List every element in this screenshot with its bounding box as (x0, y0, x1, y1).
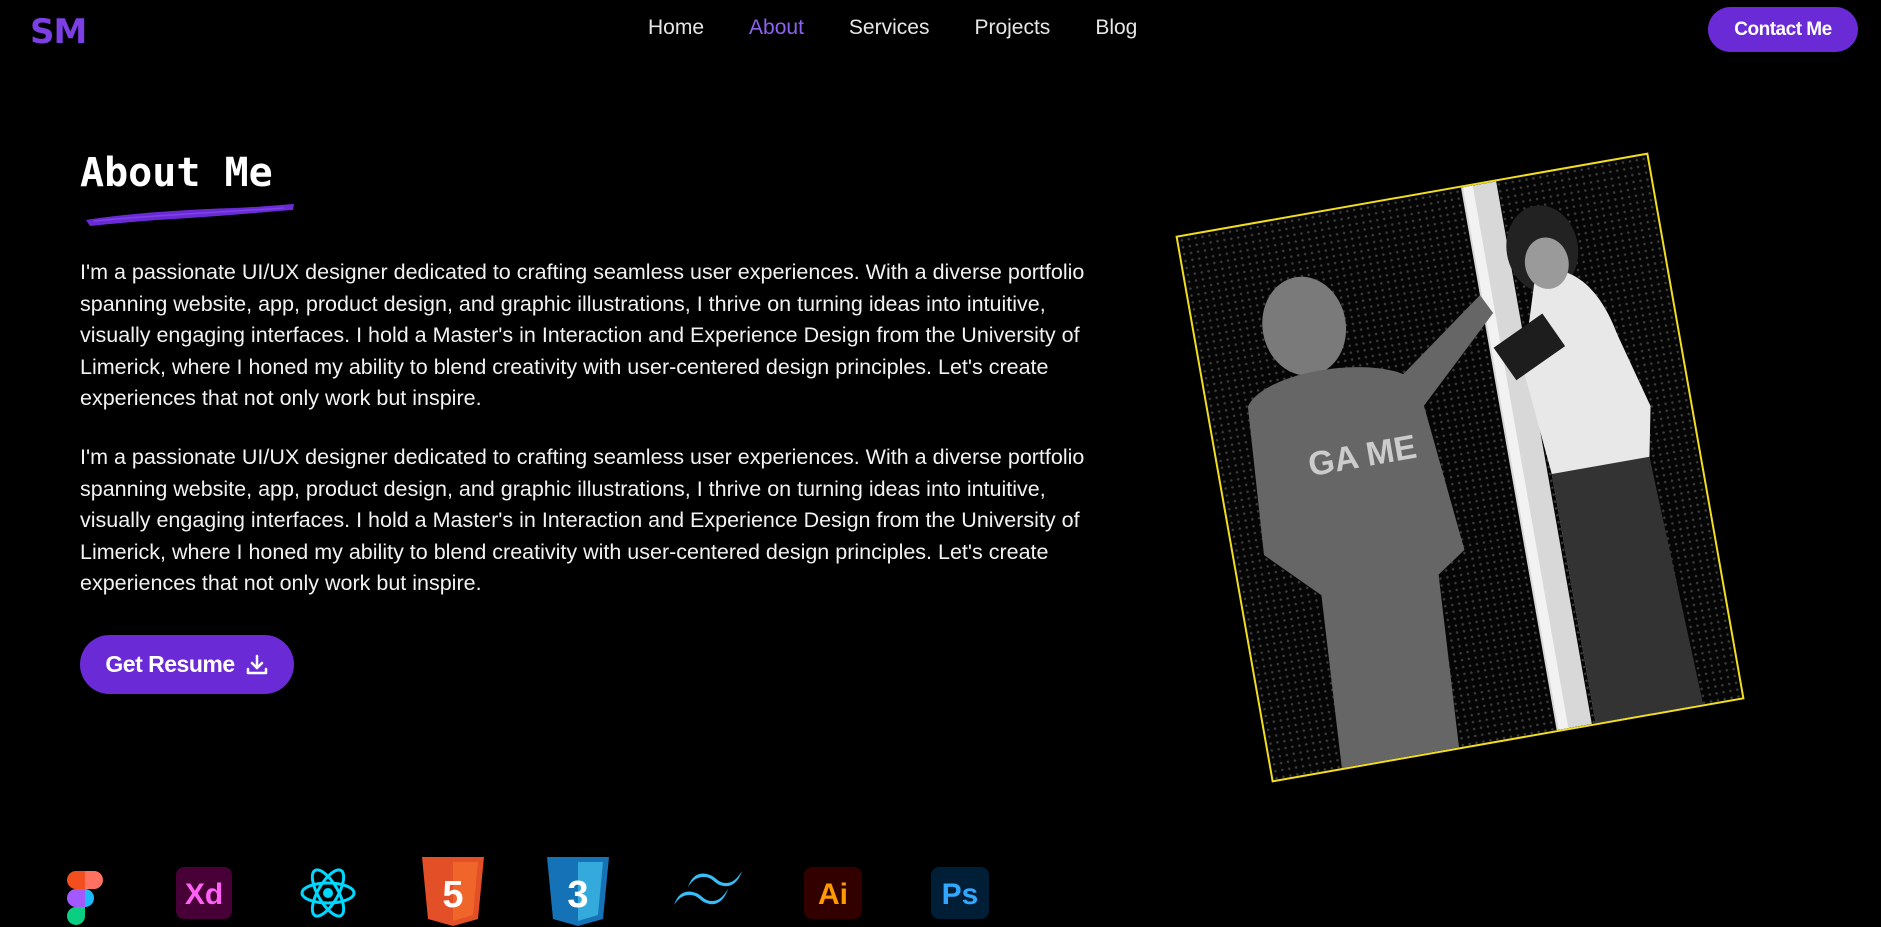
nav-link-blog[interactable]: Blog (1095, 16, 1137, 40)
get-resume-label: Get Resume (105, 651, 235, 677)
site-logo[interactable]: SM (30, 12, 87, 52)
main-nav: Home About Services Projects Blog (648, 16, 1182, 40)
about-paragraph-2: I'm a passionate UI/UX designer dedicate… (80, 445, 1085, 595)
svg-text:Xd: Xd (185, 878, 223, 911)
page-title: About Me (80, 150, 273, 196)
svg-text:Ps: Ps (942, 878, 979, 911)
figma-icon (67, 871, 103, 925)
react-icon (300, 868, 356, 918)
profile-photo: GA ME (1175, 152, 1745, 783)
nav-link-projects[interactable]: Projects (974, 16, 1050, 40)
tailwind-icon (674, 871, 742, 905)
svg-text:5: 5 (442, 874, 463, 916)
brush-underline (86, 204, 294, 226)
adobe-illustrator-icon: Ai (804, 867, 862, 919)
nav-link-services[interactable]: Services (849, 16, 930, 40)
adobe-xd-icon: Xd (176, 867, 232, 919)
get-resume-button[interactable]: Get Resume (80, 635, 294, 694)
svg-text:3: 3 (567, 874, 588, 916)
css3-icon: 3 (547, 857, 609, 926)
about-paragraph-1: I'm a passionate UI/UX designer dedicate… (80, 260, 1085, 410)
svg-text:Ai: Ai (818, 878, 848, 911)
html5-icon: 5 (422, 857, 484, 926)
adobe-photoshop-icon: Ps (931, 867, 989, 919)
contact-me-button[interactable]: Contact Me (1708, 7, 1858, 52)
nav-link-home[interactable]: Home (648, 16, 704, 40)
nav-link-about[interactable]: About (749, 16, 804, 40)
download-icon (246, 654, 267, 674)
